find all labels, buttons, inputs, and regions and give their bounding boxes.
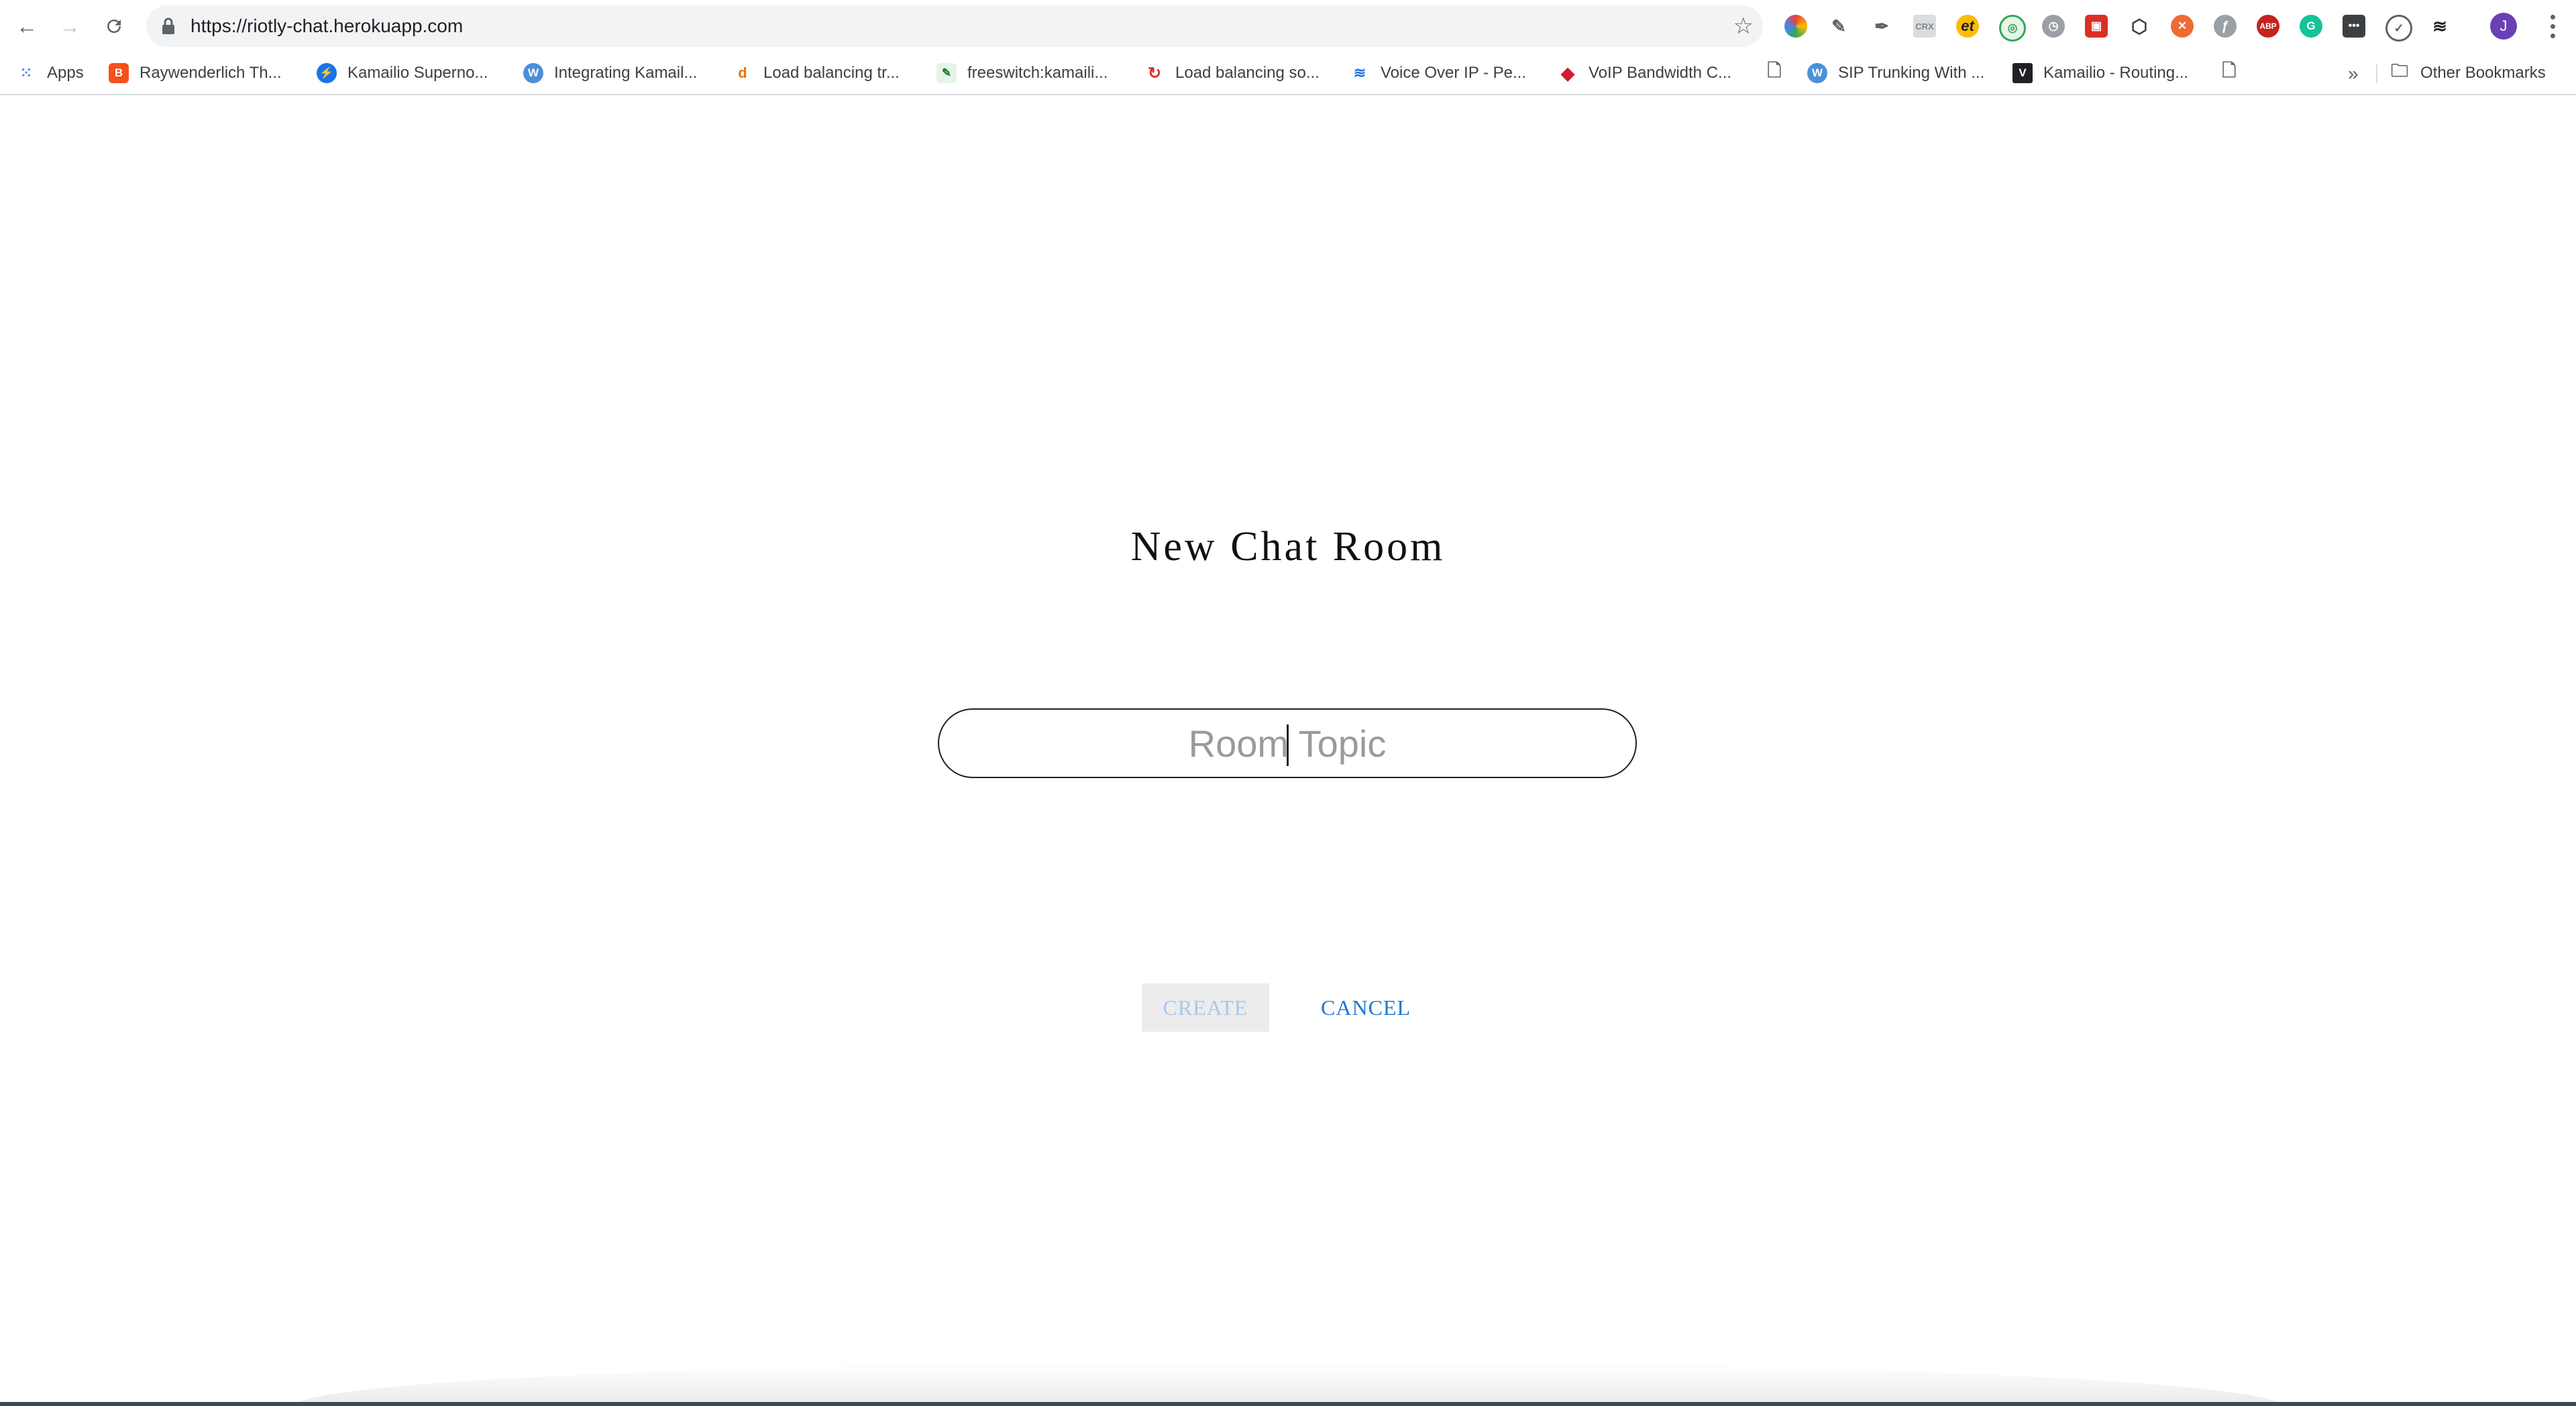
bookmark-label: VoIP Bandwidth C...	[1589, 64, 1732, 82]
hex-extension-icon[interactable]: ⬡	[2128, 15, 2151, 38]
bookmark-item[interactable]: ⚡ Kamailio Superno...	[317, 59, 488, 87]
et-extension-icon[interactable]: et	[1956, 15, 1979, 38]
reload-icon[interactable]	[101, 13, 127, 40]
wordpress-icon: W	[523, 63, 543, 83]
bottom-shadow	[295, 1362, 2281, 1406]
browser-toolbar: ← → https://riotly-chat.herokuapp.com ☆ …	[0, 0, 2576, 52]
blogger-icon: B	[109, 63, 129, 83]
bookmark-item[interactable]: d Load balancing tr...	[733, 59, 900, 87]
apps-grid-icon: ⁙	[19, 64, 33, 81]
bookmark-label: Integrating Kamail...	[554, 64, 698, 82]
menu-dot	[2550, 14, 2555, 19]
text-caret	[1287, 724, 1289, 766]
other-bookmarks-label: Other Bookmarks	[2420, 64, 2546, 82]
page-title: New Chat Room	[1130, 524, 1446, 570]
clock-extension-icon[interactable]: ◷	[2042, 15, 2065, 38]
bookmark-label: Load balancing tr...	[763, 64, 900, 82]
dots-extension-icon[interactable]: •••	[2343, 15, 2365, 38]
bookmark-item[interactable]: V Kamailio - Routing...	[2012, 59, 2188, 87]
bookmark-label: Kamailio - Routing...	[2043, 64, 2189, 82]
bookmark-label: Apps	[47, 64, 84, 82]
bookmark-label: Voice Over IP - Pe...	[1381, 64, 1526, 82]
forward-icon[interactable]: →	[56, 13, 83, 40]
target-extension-icon[interactable]: ◎	[1999, 15, 2026, 42]
bookmark-label: SIP Trunking With ...	[1838, 64, 1985, 82]
bookmark-item[interactable]: B Raywenderlich Th...	[109, 59, 282, 87]
bookmark-apps[interactable]: ⁙ Apps	[16, 59, 84, 87]
bookmarks-overflow-icon[interactable]: »	[2348, 63, 2359, 85]
d-logo-icon: d	[738, 64, 747, 81]
folder-icon: 🗀	[2390, 60, 2408, 80]
wordpress-icon: W	[1807, 63, 1827, 83]
check-extension-icon[interactable]: ✓	[2385, 15, 2412, 42]
cancel-button[interactable]: CANCEL	[1299, 983, 1433, 1032]
back-icon[interactable]: ←	[13, 13, 40, 40]
bookmark-item[interactable]: ✎ freeswitch:kamaili...	[936, 59, 1108, 87]
cycle-icon: ↻	[1147, 64, 1162, 83]
bookmark-item[interactable]: 🗋	[1764, 59, 1784, 87]
bookmark-label: Kamailio Superno...	[347, 64, 488, 82]
page-icon: 🗋	[2222, 60, 2237, 80]
red-square-extension-icon[interactable]: ▣	[2085, 15, 2108, 38]
bookmarks-bar: ⁙ Apps B Raywenderlich Th... ⚡ Kamailio …	[0, 52, 2576, 95]
bookmark-label: freeswitch:kamaili...	[967, 64, 1108, 82]
reload-glyph	[107, 19, 121, 34]
url-text[interactable]: https://riotly-chat.herokuapp.com	[191, 15, 463, 37]
bookmark-item[interactable]: 🗋	[2219, 59, 2239, 87]
bookmark-label: Load balancing so...	[1175, 64, 1320, 82]
color-wheel-extension-icon[interactable]	[1784, 15, 1807, 38]
pencil-doc-icon: ✎	[936, 63, 957, 83]
crx-extension-icon[interactable]: CRX	[1913, 15, 1936, 38]
layers-extension-icon[interactable]: ≋	[2428, 15, 2451, 38]
pen-extension-icon[interactable]: ✒	[1870, 15, 1893, 38]
bolt-icon: ⚡	[317, 63, 337, 83]
eyedropper-extension-icon[interactable]: ✎	[1827, 15, 1850, 38]
grammarly-extension-icon[interactable]: G	[2300, 15, 2322, 38]
address-bar[interactable]: https://riotly-chat.herokuapp.com ☆	[146, 5, 1763, 47]
menu-dot	[2550, 33, 2555, 38]
feather-extension-icon[interactable]: ƒ	[2214, 15, 2237, 38]
lock-icon	[161, 17, 176, 38]
bookmark-star-icon[interactable]: ☆	[1733, 12, 1754, 40]
menu-dot	[2550, 23, 2555, 29]
cisco-icon: ≋	[1353, 64, 1366, 81]
window-bottom-edge	[0, 1402, 2576, 1406]
profile-avatar[interactable]: J	[2490, 13, 2517, 40]
page-icon: 🗋	[1767, 60, 1782, 80]
bookmark-label: Raywenderlich Th...	[140, 64, 282, 82]
bookmark-item[interactable]: ≋ Voice Over IP - Pe...	[1350, 59, 1526, 87]
bookmark-item[interactable]: ↻ Load balancing so...	[1144, 59, 1320, 87]
x-extension-icon[interactable]: ✕	[2171, 15, 2194, 38]
v-logo-icon: V	[2012, 63, 2033, 83]
bookmark-item[interactable]: W SIP Trunking With ...	[1807, 59, 1984, 87]
bookmarks-divider	[2376, 64, 2377, 83]
diamond-icon: ◆	[1561, 62, 1574, 83]
bookmark-item[interactable]: ◆ VoIP Bandwidth C...	[1558, 59, 1731, 87]
other-bookmarks[interactable]: 🗀 Other Bookmarks	[2390, 59, 2546, 87]
bookmark-item[interactable]: W Integrating Kamail...	[523, 59, 697, 87]
create-button[interactable]: CREATE	[1142, 983, 1269, 1032]
adblock-extension-icon[interactable]: ABP	[2257, 15, 2279, 38]
browser-menu-icon[interactable]	[2542, 12, 2563, 40]
